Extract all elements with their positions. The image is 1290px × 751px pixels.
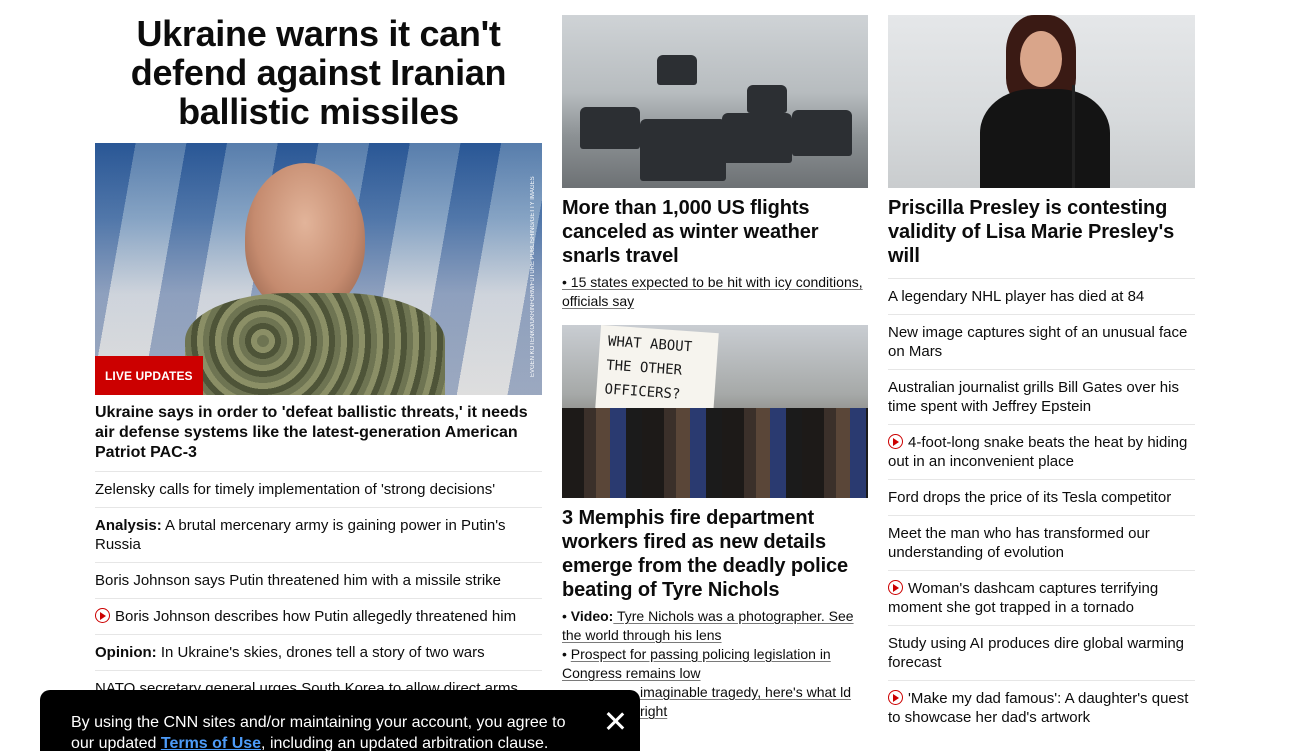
truck-shape (657, 55, 697, 85)
list-item[interactable]: Meet the man who has transformed our und… (888, 515, 1195, 570)
bullet: • (562, 646, 571, 662)
play-video-icon (888, 690, 903, 705)
play-video-icon (888, 580, 903, 595)
consent-message: By using the CNN sites and/or maintainin… (71, 712, 591, 751)
bullet: • (562, 608, 571, 624)
list-item-text: Meet the man who has transformed our und… (888, 525, 1150, 561)
subhead-link[interactable]: Prospect for passing policing legislatio… (562, 646, 831, 681)
image-credit: EVGEN KOTENKO/UKRINFORM/FUTURE PUBLISHIN… (530, 176, 536, 377)
car-shape (747, 85, 787, 113)
protest-image[interactable]: WHAT ABOUT THE OTHER OFFICERS? (562, 325, 868, 498)
protest-crowd (562, 408, 868, 498)
hero-title[interactable]: Ukraine warns it can't defend against Ir… (95, 14, 542, 131)
terms-consent-banner: By using the CNN sites and/or maintainin… (40, 690, 640, 751)
list-item-text: Study using AI produces dire global warm… (888, 635, 1185, 671)
protest-sign: WHAT ABOUT THE OTHER OFFICERS? (595, 325, 719, 418)
hero-image-uniform (185, 293, 445, 395)
list-item-text: A legendary NHL player has died at 84 (888, 288, 1145, 305)
list-item[interactable]: Ford drops the price of its Tesla compet… (888, 479, 1195, 515)
hero-image-person (245, 163, 365, 313)
presley-face (1020, 31, 1062, 87)
list-item[interactable]: Boris Johnson says Putin threatened him … (95, 562, 542, 598)
right-links-list: A legendary NHL player has died at 84 Ne… (888, 278, 1195, 735)
subhead-item: • Video: Tyre Nichols was a photographer… (562, 607, 868, 645)
list-item-text: Australian journalist grills Bill Gates … (888, 379, 1179, 415)
presley-coat (980, 89, 1110, 188)
right-column: Priscilla Presley is contesting validity… (888, 0, 1195, 735)
video-label: Video: (570, 608, 614, 624)
analysis-label: Analysis: (95, 517, 162, 534)
list-item-text: Woman's dashcam captures terrifying mome… (888, 580, 1159, 616)
list-item[interactable]: Study using AI produces dire global warm… (888, 625, 1195, 680)
subhead-item: • Prospect for passing policing legislat… (562, 645, 868, 683)
list-item[interactable]: New image captures sight of an unusual f… (888, 314, 1195, 369)
terms-of-use-link[interactable]: Terms of Use (161, 735, 261, 751)
list-item[interactable]: Australian journalist grills Bill Gates … (888, 369, 1195, 424)
microphone-stand (1072, 85, 1075, 188)
list-item-text: Boris Johnson says Putin threatened him … (95, 572, 502, 589)
presley-headline[interactable]: Priscilla Presley is contesting validity… (888, 196, 1195, 268)
consent-text-end: , including an updated arbitration claus… (261, 735, 549, 751)
list-item-text: Ford drops the price of its Tesla compet… (888, 489, 1172, 506)
flights-headline[interactable]: More than 1,000 US flights canceled as w… (562, 196, 868, 268)
list-item[interactable]: Zelensky calls for timely implementation… (95, 471, 542, 507)
related-links-list: Zelensky calls for timely implementation… (95, 471, 542, 725)
lead-headline[interactable]: Ukraine says in order to 'defeat ballist… (95, 403, 542, 463)
play-video-icon (888, 434, 903, 449)
lead-story-column: Ukraine warns it can't defend against Ir… (95, 0, 542, 725)
list-item[interactable]: 4-foot-long snake beats the heat by hidi… (888, 424, 1195, 479)
list-item[interactable]: A legendary NHL player has died at 84 (888, 278, 1195, 314)
car-shape (640, 119, 726, 181)
list-item-text: New image captures sight of an unusual f… (888, 324, 1188, 360)
play-video-icon (95, 608, 110, 623)
list-item[interactable]: Opinion: In Ukraine's skies, drones tell… (95, 634, 542, 670)
list-item[interactable]: Boris Johnson describes how Putin allege… (95, 598, 542, 634)
list-item-text: 4-foot-long snake beats the heat by hidi… (888, 434, 1188, 470)
car-shape (580, 107, 640, 149)
live-updates-badge: LIVE UPDATES (95, 356, 203, 395)
list-item[interactable]: Analysis: A brutal mercenary army is gai… (95, 507, 542, 562)
list-item-text: In Ukraine's skies, drones tell a story … (156, 644, 485, 661)
memphis-headline[interactable]: 3 Memphis fire department workers fired … (562, 506, 868, 602)
opinion-label: Opinion: (95, 644, 157, 661)
car-shape (792, 110, 852, 156)
list-item-text: 'Make my dad famous': A daughter's quest… (888, 690, 1189, 726)
close-icon[interactable] (604, 710, 626, 732)
list-item-text: Zelensky calls for timely implementation… (95, 481, 496, 498)
subhead-link[interactable]: imaginable tragedy, here's what ld right (640, 684, 851, 719)
presley-image[interactable] (888, 15, 1195, 188)
list-item-text: Boris Johnson describes how Putin allege… (115, 608, 517, 625)
flights-sublink[interactable]: • 15 states expected to be hit with icy … (562, 274, 863, 309)
middle-column: More than 1,000 US flights canceled as w… (562, 0, 868, 721)
list-item[interactable]: Woman's dashcam captures terrifying mome… (888, 570, 1195, 625)
flights-subhead: • 15 states expected to be hit with icy … (562, 273, 868, 311)
list-item[interactable]: 'Make my dad famous': A daughter's quest… (888, 680, 1195, 735)
winter-traffic-image[interactable] (562, 15, 868, 188)
car-shape (722, 113, 792, 163)
hero-image[interactable]: EVGEN KOTENKO/UKRINFORM/FUTURE PUBLISHIN… (95, 143, 542, 395)
